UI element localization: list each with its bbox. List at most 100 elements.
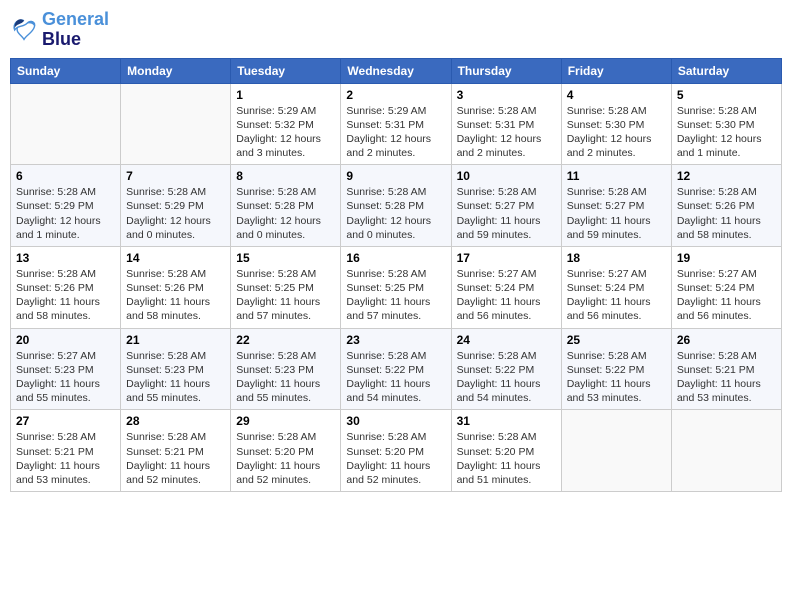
calendar-week-3: 13 Sunrise: 5:28 AM Sunset: 5:26 PM Dayli… bbox=[11, 246, 782, 328]
day-number: 27 bbox=[16, 414, 115, 428]
calendar-cell: 3 Sunrise: 5:28 AM Sunset: 5:31 PM Daylig… bbox=[451, 83, 561, 165]
day-info: Sunrise: 5:28 AM Sunset: 5:27 PM Dayligh… bbox=[457, 185, 556, 242]
day-number: 14 bbox=[126, 251, 225, 265]
calendar-cell: 26Sunrise: 5:28 AM Sunset: 5:21 PM Dayli… bbox=[671, 328, 781, 410]
day-number: 26 bbox=[677, 333, 776, 347]
calendar-cell: 20 Sunrise: 5:27 AM Sunset: 5:23 PM Dayli… bbox=[11, 328, 121, 410]
day-info: Sunrise: 5:28 AM Sunset: 5:20 PM Dayligh… bbox=[457, 430, 556, 487]
day-number: 23 bbox=[346, 333, 445, 347]
day-number: 10 bbox=[457, 169, 556, 183]
day-info: Sunrise: 5:28 AM Sunset: 5:30 PM Dayligh… bbox=[677, 104, 776, 161]
day-info: Sunrise: 5:27 AM Sunset: 5:24 PM Dayligh… bbox=[677, 267, 776, 324]
calendar-cell: 31 Sunrise: 5:28 AM Sunset: 5:20 PM Dayli… bbox=[451, 410, 561, 492]
calendar-cell: 16 Sunrise: 5:28 AM Sunset: 5:25 PM Dayli… bbox=[341, 246, 451, 328]
calendar-cell: 28 Sunrise: 5:28 AM Sunset: 5:21 PM Dayli… bbox=[121, 410, 231, 492]
calendar-cell: 29Sunrise: 5:28 AM Sunset: 5:20 PM Dayli… bbox=[231, 410, 341, 492]
day-info: Sunrise: 5:28 AM Sunset: 5:31 PM Dayligh… bbox=[457, 104, 556, 161]
day-number: 17 bbox=[457, 251, 556, 265]
day-info: Sunrise: 5:28 AM Sunset: 5:26 PM Dayligh… bbox=[677, 185, 776, 242]
day-info: Sunrise: 5:28 AM Sunset: 5:21 PM Dayligh… bbox=[126, 430, 225, 487]
day-number: 28 bbox=[126, 414, 225, 428]
column-header-friday: Friday bbox=[561, 58, 671, 83]
calendar-week-5: 27 Sunrise: 5:28 AM Sunset: 5:21 PM Dayli… bbox=[11, 410, 782, 492]
calendar-cell: 30 Sunrise: 5:28 AM Sunset: 5:20 PM Dayli… bbox=[341, 410, 451, 492]
calendar-cell: 6 Sunrise: 5:28 AM Sunset: 5:29 PM Daylig… bbox=[11, 165, 121, 247]
day-info: Sunrise: 5:28 AM Sunset: 5:29 PM Dayligh… bbox=[16, 185, 115, 242]
column-header-sunday: Sunday bbox=[11, 58, 121, 83]
day-info: Sunrise: 5:28 AM Sunset: 5:26 PM Dayligh… bbox=[16, 267, 115, 324]
calendar-header-row: SundayMondayTuesdayWednesdayThursdayFrid… bbox=[11, 58, 782, 83]
day-number: 16 bbox=[346, 251, 445, 265]
day-number: 2 bbox=[346, 88, 445, 102]
day-info: Sunrise: 5:28 AM Sunset: 5:28 PM Dayligh… bbox=[236, 185, 335, 242]
calendar-cell: 10 Sunrise: 5:28 AM Sunset: 5:27 PM Dayli… bbox=[451, 165, 561, 247]
day-number: 6 bbox=[16, 169, 115, 183]
day-number: 11 bbox=[567, 169, 666, 183]
day-info: Sunrise: 5:28 AM Sunset: 5:25 PM Dayligh… bbox=[346, 267, 445, 324]
day-number: 1 bbox=[236, 88, 335, 102]
calendar-cell: 1 Sunrise: 5:29 AM Sunset: 5:32 PM Daylig… bbox=[231, 83, 341, 165]
day-info: Sunrise: 5:28 AM Sunset: 5:22 PM Dayligh… bbox=[346, 349, 445, 406]
calendar-week-2: 6 Sunrise: 5:28 AM Sunset: 5:29 PM Daylig… bbox=[11, 165, 782, 247]
calendar-cell bbox=[11, 83, 121, 165]
day-info: Sunrise: 5:28 AM Sunset: 5:25 PM Dayligh… bbox=[236, 267, 335, 324]
day-info: Sunrise: 5:28 AM Sunset: 5:23 PM Dayligh… bbox=[236, 349, 335, 406]
day-info: Sunrise: 5:28 AM Sunset: 5:22 PM Dayligh… bbox=[567, 349, 666, 406]
page-header: General Blue bbox=[10, 10, 782, 50]
calendar-cell: 7Sunrise: 5:28 AM Sunset: 5:29 PM Daylig… bbox=[121, 165, 231, 247]
day-number: 31 bbox=[457, 414, 556, 428]
day-info: Sunrise: 5:29 AM Sunset: 5:31 PM Dayligh… bbox=[346, 104, 445, 161]
column-header-wednesday: Wednesday bbox=[341, 58, 451, 83]
calendar-cell: 22 Sunrise: 5:28 AM Sunset: 5:23 PM Dayli… bbox=[231, 328, 341, 410]
calendar-cell: 15 Sunrise: 5:28 AM Sunset: 5:25 PM Dayli… bbox=[231, 246, 341, 328]
calendar-cell: 23 Sunrise: 5:28 AM Sunset: 5:22 PM Dayli… bbox=[341, 328, 451, 410]
day-info: Sunrise: 5:28 AM Sunset: 5:27 PM Dayligh… bbox=[567, 185, 666, 242]
column-header-thursday: Thursday bbox=[451, 58, 561, 83]
day-info: Sunrise: 5:28 AM Sunset: 5:28 PM Dayligh… bbox=[346, 185, 445, 242]
day-number: 30 bbox=[346, 414, 445, 428]
day-info: Sunrise: 5:27 AM Sunset: 5:23 PM Dayligh… bbox=[16, 349, 115, 406]
calendar-cell: 2 Sunrise: 5:29 AM Sunset: 5:31 PM Daylig… bbox=[341, 83, 451, 165]
calendar-cell: 14Sunrise: 5:28 AM Sunset: 5:26 PM Dayli… bbox=[121, 246, 231, 328]
calendar-cell: 18 Sunrise: 5:27 AM Sunset: 5:24 PM Dayli… bbox=[561, 246, 671, 328]
calendar-week-1: 1 Sunrise: 5:29 AM Sunset: 5:32 PM Daylig… bbox=[11, 83, 782, 165]
day-number: 4 bbox=[567, 88, 666, 102]
column-header-saturday: Saturday bbox=[671, 58, 781, 83]
calendar-cell: 8 Sunrise: 5:28 AM Sunset: 5:28 PM Daylig… bbox=[231, 165, 341, 247]
day-number: 20 bbox=[16, 333, 115, 347]
calendar-cell: 11 Sunrise: 5:28 AM Sunset: 5:27 PM Dayli… bbox=[561, 165, 671, 247]
day-number: 13 bbox=[16, 251, 115, 265]
day-number: 8 bbox=[236, 169, 335, 183]
day-number: 18 bbox=[567, 251, 666, 265]
calendar-cell: 12Sunrise: 5:28 AM Sunset: 5:26 PM Dayli… bbox=[671, 165, 781, 247]
column-header-monday: Monday bbox=[121, 58, 231, 83]
calendar-cell bbox=[561, 410, 671, 492]
logo: General Blue bbox=[10, 10, 109, 50]
day-number: 22 bbox=[236, 333, 335, 347]
day-number: 21 bbox=[126, 333, 225, 347]
calendar-week-4: 20 Sunrise: 5:27 AM Sunset: 5:23 PM Dayli… bbox=[11, 328, 782, 410]
calendar-cell: 13 Sunrise: 5:28 AM Sunset: 5:26 PM Dayli… bbox=[11, 246, 121, 328]
day-info: Sunrise: 5:27 AM Sunset: 5:24 PM Dayligh… bbox=[567, 267, 666, 324]
day-info: Sunrise: 5:28 AM Sunset: 5:20 PM Dayligh… bbox=[236, 430, 335, 487]
logo-icon bbox=[10, 16, 38, 44]
day-number: 25 bbox=[567, 333, 666, 347]
calendar-cell: 19 Sunrise: 5:27 AM Sunset: 5:24 PM Dayli… bbox=[671, 246, 781, 328]
calendar-cell bbox=[121, 83, 231, 165]
calendar-cell: 17Sunrise: 5:27 AM Sunset: 5:24 PM Dayli… bbox=[451, 246, 561, 328]
column-header-tuesday: Tuesday bbox=[231, 58, 341, 83]
day-number: 5 bbox=[677, 88, 776, 102]
day-number: 24 bbox=[457, 333, 556, 347]
day-info: Sunrise: 5:28 AM Sunset: 5:20 PM Dayligh… bbox=[346, 430, 445, 487]
day-number: 9 bbox=[346, 169, 445, 183]
day-number: 15 bbox=[236, 251, 335, 265]
calendar-cell: 25 Sunrise: 5:28 AM Sunset: 5:22 PM Dayli… bbox=[561, 328, 671, 410]
day-number: 19 bbox=[677, 251, 776, 265]
day-info: Sunrise: 5:28 AM Sunset: 5:30 PM Dayligh… bbox=[567, 104, 666, 161]
day-info: Sunrise: 5:29 AM Sunset: 5:32 PM Dayligh… bbox=[236, 104, 335, 161]
calendar-cell: 5 Sunrise: 5:28 AM Sunset: 5:30 PM Daylig… bbox=[671, 83, 781, 165]
day-info: Sunrise: 5:28 AM Sunset: 5:29 PM Dayligh… bbox=[126, 185, 225, 242]
day-number: 3 bbox=[457, 88, 556, 102]
calendar-table: SundayMondayTuesdayWednesdayThursdayFrid… bbox=[10, 58, 782, 492]
calendar-cell: 21Sunrise: 5:28 AM Sunset: 5:23 PM Dayli… bbox=[121, 328, 231, 410]
